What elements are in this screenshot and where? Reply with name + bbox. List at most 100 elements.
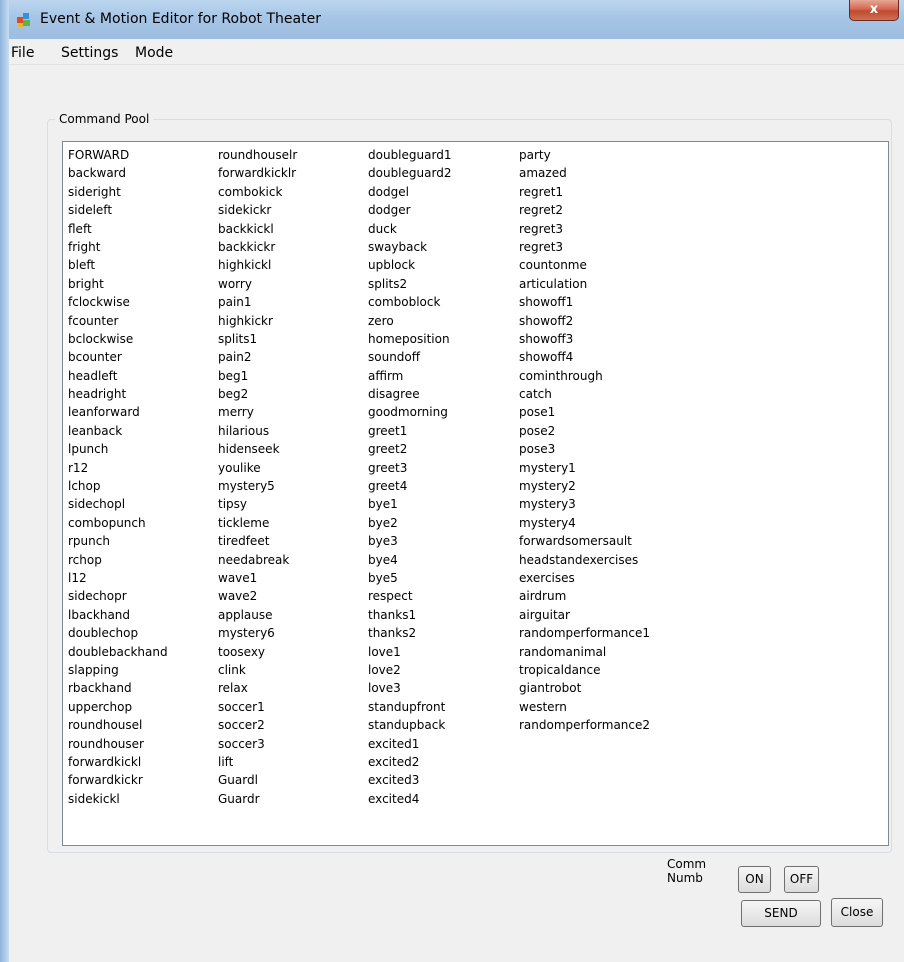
command-item[interactable]: soundoff <box>368 348 451 366</box>
command-item[interactable]: mystery2 <box>519 477 650 495</box>
command-item[interactable]: exercises <box>519 569 650 587</box>
command-item[interactable]: doubleguard2 <box>368 164 451 182</box>
command-item[interactable]: lbackhand <box>68 606 168 624</box>
command-item[interactable]: bye2 <box>368 514 451 532</box>
command-item[interactable]: FORWARD <box>68 146 168 164</box>
command-item[interactable]: rchop <box>68 551 168 569</box>
command-item[interactable]: hilarious <box>218 422 297 440</box>
command-item[interactable]: pose3 <box>519 440 650 458</box>
command-item[interactable]: bclockwise <box>68 330 168 348</box>
command-item[interactable]: backward <box>68 164 168 182</box>
command-item[interactable]: swayback <box>368 238 451 256</box>
command-item[interactable]: pain2 <box>218 348 297 366</box>
command-item[interactable]: pose1 <box>519 403 650 421</box>
command-item[interactable]: headleft <box>68 367 168 385</box>
command-item[interactable]: toosexy <box>218 643 297 661</box>
command-item[interactable]: fright <box>68 238 168 256</box>
title-bar[interactable]: Event & Motion Editor for Robot Theater … <box>9 0 904 39</box>
command-item[interactable]: showoff4 <box>519 348 650 366</box>
command-item[interactable]: greet3 <box>368 459 451 477</box>
command-item[interactable]: upblock <box>368 256 451 274</box>
command-item[interactable]: Guardl <box>218 771 297 789</box>
command-item[interactable]: roundhouser <box>68 735 168 753</box>
command-item[interactable]: giantrobot <box>519 679 650 697</box>
command-item[interactable]: l12 <box>68 569 168 587</box>
command-item[interactable]: merry <box>218 403 297 421</box>
command-item[interactable]: regret3 <box>519 238 650 256</box>
command-item[interactable]: pain1 <box>218 293 297 311</box>
command-item[interactable]: leanback <box>68 422 168 440</box>
command-item[interactable]: forwardkickl <box>68 753 168 771</box>
command-item[interactable]: combopunch <box>68 514 168 532</box>
command-item[interactable]: highkickr <box>218 312 297 330</box>
command-item[interactable]: affirm <box>368 367 451 385</box>
command-item[interactable]: amazed <box>519 164 650 182</box>
command-item[interactable]: standupback <box>368 716 451 734</box>
command-item[interactable]: roundhousel <box>68 716 168 734</box>
command-item[interactable]: needabreak <box>218 551 297 569</box>
command-item[interactable]: greet2 <box>368 440 451 458</box>
command-item[interactable]: lift <box>218 753 297 771</box>
command-item[interactable]: lchop <box>68 477 168 495</box>
command-item[interactable]: bleft <box>68 256 168 274</box>
command-item[interactable]: fleft <box>68 220 168 238</box>
command-item[interactable]: forwardkicklr <box>218 164 297 182</box>
command-item[interactable]: splits1 <box>218 330 297 348</box>
on-button[interactable]: ON <box>738 866 771 893</box>
command-item[interactable]: youlike <box>218 459 297 477</box>
command-item[interactable]: tropicaldance <box>519 661 650 679</box>
command-item[interactable]: fclockwise <box>68 293 168 311</box>
command-item[interactable]: relax <box>218 679 297 697</box>
command-item[interactable]: zero <box>368 312 451 330</box>
command-item[interactable]: doubleguard1 <box>368 146 451 164</box>
command-item[interactable]: backkickr <box>218 238 297 256</box>
command-item[interactable]: splits2 <box>368 275 451 293</box>
command-item[interactable]: upperchop <box>68 698 168 716</box>
command-item[interactable]: forwardsomersault <box>519 532 650 550</box>
command-item[interactable]: sidekickl <box>68 790 168 808</box>
command-item[interactable]: mystery4 <box>519 514 650 532</box>
command-item[interactable]: greet1 <box>368 422 451 440</box>
command-item[interactable]: highkickl <box>218 256 297 274</box>
command-item[interactable]: bright <box>68 275 168 293</box>
command-item[interactable]: bye3 <box>368 532 451 550</box>
command-item[interactable]: respect <box>368 587 451 605</box>
command-item[interactable]: thanks2 <box>368 624 451 642</box>
command-item[interactable]: love1 <box>368 643 451 661</box>
command-item[interactable]: airdrum <box>519 587 650 605</box>
command-item[interactable]: randomperformance1 <box>519 624 650 642</box>
command-item[interactable]: bcounter <box>68 348 168 366</box>
command-item[interactable]: soccer2 <box>218 716 297 734</box>
command-item[interactable]: greet4 <box>368 477 451 495</box>
command-item[interactable]: excited4 <box>368 790 451 808</box>
close-button[interactable]: Close <box>831 898 883 927</box>
command-item[interactable]: party <box>519 146 650 164</box>
command-item[interactable]: catch <box>519 385 650 403</box>
command-item[interactable]: love3 <box>368 679 451 697</box>
command-item[interactable]: worry <box>218 275 297 293</box>
command-item[interactable]: backkickl <box>218 220 297 238</box>
command-item[interactable]: goodmorning <box>368 403 451 421</box>
send-button[interactable]: SEND <box>741 900 821 927</box>
command-item[interactable]: cominthrough <box>519 367 650 385</box>
command-item[interactable]: r12 <box>68 459 168 477</box>
command-item[interactable]: rpunch <box>68 532 168 550</box>
command-item[interactable]: clink <box>218 661 297 679</box>
command-item[interactable]: slapping <box>68 661 168 679</box>
command-item[interactable]: lpunch <box>68 440 168 458</box>
command-item[interactable]: headstandexercises <box>519 551 650 569</box>
command-item[interactable]: dodger <box>368 201 451 219</box>
command-item[interactable]: Guardr <box>218 790 297 808</box>
command-item[interactable]: articulation <box>519 275 650 293</box>
command-item[interactable]: love2 <box>368 661 451 679</box>
command-item[interactable]: hidenseek <box>218 440 297 458</box>
command-item[interactable]: rbackhand <box>68 679 168 697</box>
command-item[interactable]: leanforward <box>68 403 168 421</box>
command-item[interactable]: roundhouselr <box>218 146 297 164</box>
command-pool-list[interactable]: FORWARD backward sideright sideleft fleft fri… <box>62 141 889 846</box>
command-item[interactable]: sidekickr <box>218 201 297 219</box>
command-item[interactable]: randomanimal <box>519 643 650 661</box>
command-item[interactable]: duck <box>368 220 451 238</box>
command-item[interactable]: randomperformance2 <box>519 716 650 734</box>
command-item[interactable]: airguitar <box>519 606 650 624</box>
